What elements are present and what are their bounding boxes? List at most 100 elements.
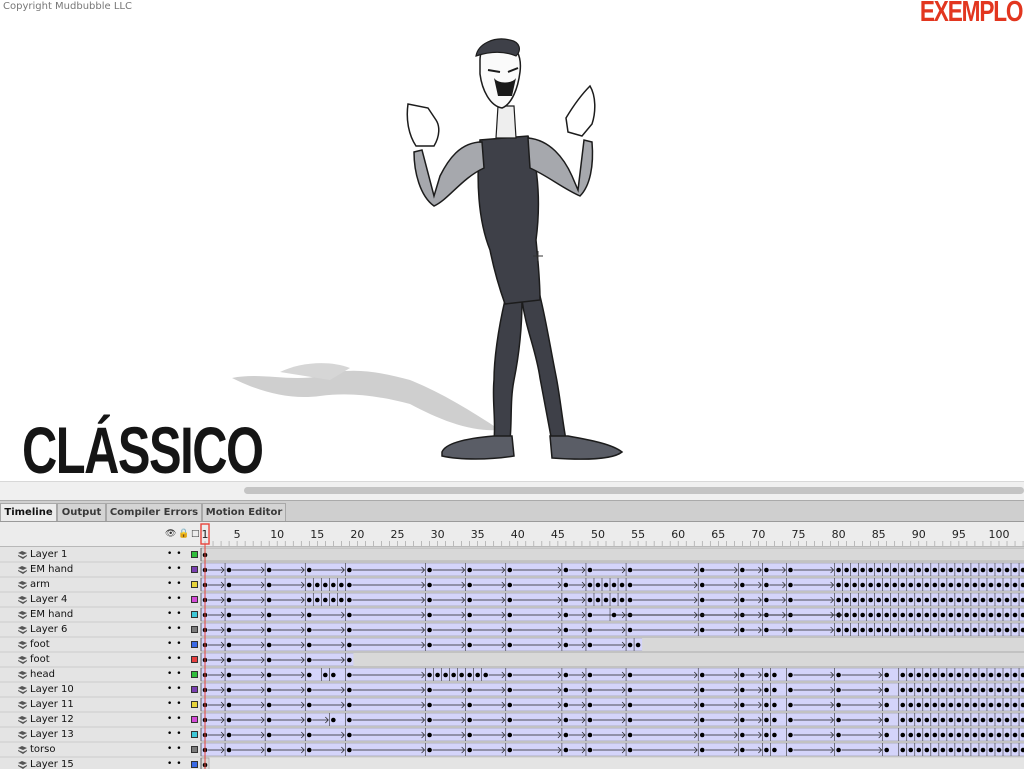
keyframe-dot — [627, 672, 633, 678]
keyframe-dot — [788, 687, 793, 693]
frame-number-label: 25 — [390, 528, 404, 541]
keyframe-dot — [964, 627, 970, 633]
keyframe-dot — [916, 702, 922, 708]
keyframe-dot — [948, 672, 954, 678]
keyframe-dot — [868, 582, 873, 588]
keyframe-dot — [852, 612, 857, 618]
keyframe-dot — [836, 747, 841, 753]
keyframe-dot — [876, 597, 881, 603]
keyframe-dot — [924, 672, 930, 678]
keyframe-dot — [956, 582, 962, 588]
keyframe-dot — [852, 567, 857, 573]
keyframe-dot — [226, 642, 232, 648]
keyframe-dot — [347, 702, 352, 708]
keyframe-dot — [467, 672, 472, 678]
keyframe-dot — [844, 582, 849, 588]
keyframe-dot — [627, 702, 633, 708]
keyframe-dot — [884, 687, 890, 693]
keyframe-dot — [427, 582, 432, 588]
keyframe-dot — [507, 687, 513, 693]
keyframe-dot — [627, 732, 633, 738]
keyframe-dot — [627, 627, 633, 633]
keyframe-dot — [924, 567, 930, 573]
keyframe-dot — [1012, 612, 1018, 618]
keyframe-dot — [932, 567, 938, 573]
keyframe-dot — [988, 702, 994, 708]
keyframe-dot — [339, 582, 344, 588]
keyframe-dot — [507, 672, 513, 678]
keyframe-dot — [836, 582, 841, 588]
keyframe-dot — [507, 732, 513, 738]
keyframe-dot — [306, 717, 312, 723]
keyframe-dot — [924, 732, 930, 738]
keyframe-dot — [908, 747, 914, 753]
keyframe-dot — [467, 732, 472, 738]
keyframe-dot — [964, 597, 970, 603]
keyframe-dot — [331, 582, 336, 588]
keyframe-dot — [563, 642, 569, 648]
keyframe-dot — [507, 717, 513, 723]
keyframe-dot — [860, 582, 865, 588]
frame-number-label: 90 — [912, 528, 926, 541]
keyframe-dot — [932, 612, 938, 618]
keyframe-dot — [226, 597, 232, 603]
keyframe-dot — [932, 717, 938, 723]
keyframe-dot — [347, 732, 352, 738]
keyframe-dot — [940, 612, 946, 618]
keyframe-dot — [563, 717, 569, 723]
keyframe-dot — [507, 567, 513, 573]
keyframe-dot — [764, 747, 769, 753]
keyframe-dot — [587, 627, 593, 633]
keyframe-dot — [323, 672, 328, 678]
keyframe-dot — [587, 672, 593, 678]
keyframe-dot — [908, 687, 914, 693]
keyframe-dot — [306, 687, 312, 693]
keyframe-dot — [459, 672, 464, 678]
keyframe-dot — [988, 627, 994, 633]
keyframe-dot — [772, 672, 777, 678]
keyframe-dot — [964, 717, 970, 723]
keyframe-dot — [1004, 702, 1010, 708]
keyframe-dot — [996, 582, 1002, 588]
keyframe-dot — [306, 702, 312, 708]
keyframe-dot — [956, 567, 962, 573]
keyframe-dot — [852, 627, 857, 633]
keyframe-dot — [900, 732, 906, 738]
keyframe-dot — [266, 612, 272, 618]
keyframe-dot — [587, 582, 593, 588]
keyframe-dot — [956, 732, 962, 738]
keyframe-dot — [908, 702, 914, 708]
keyframe-dot — [331, 597, 336, 603]
scrollbar-thumb[interactable] — [244, 487, 1024, 494]
keyframe-dot — [611, 597, 617, 603]
keyframe-dot — [908, 582, 914, 588]
keyframe-dot — [972, 627, 978, 633]
keyframe-dot — [988, 612, 994, 618]
keyframe-dot — [892, 612, 898, 618]
keyframe-dot — [323, 597, 328, 603]
keyframe-dot — [740, 567, 745, 573]
keyframe-dot — [226, 717, 232, 723]
keyframe-dot — [996, 627, 1002, 633]
keyframe-dot — [988, 747, 994, 753]
keyframe-dot — [563, 582, 569, 588]
keyframe-dot — [467, 687, 472, 693]
keyframe-dot — [266, 687, 272, 693]
keyframe-dot — [427, 567, 432, 573]
frame-span — [200, 547, 1024, 562]
keyframe-dot — [1004, 687, 1010, 693]
keyframe-dot — [836, 687, 841, 693]
frame-number-label: 70 — [751, 528, 765, 541]
keyframe-dot — [627, 582, 633, 588]
keyframe-dot — [788, 597, 793, 603]
stage-horizontal-scrollbar[interactable] — [0, 481, 1024, 500]
keyframe-dot — [932, 687, 938, 693]
keyframe-dot — [980, 567, 986, 573]
frame-number-label: 95 — [952, 528, 966, 541]
keyframe-dot — [852, 597, 857, 603]
keyframe-dot — [435, 672, 440, 678]
keyframe-dot — [266, 672, 272, 678]
keyframe-dot — [972, 747, 978, 753]
frame-grid[interactable]: 1 5 10 15 20 25 30 35 40 45 50 55 60 65 70 75 80 85 90 95 10… — [0, 501, 1024, 769]
keyframe-dot — [587, 702, 593, 708]
